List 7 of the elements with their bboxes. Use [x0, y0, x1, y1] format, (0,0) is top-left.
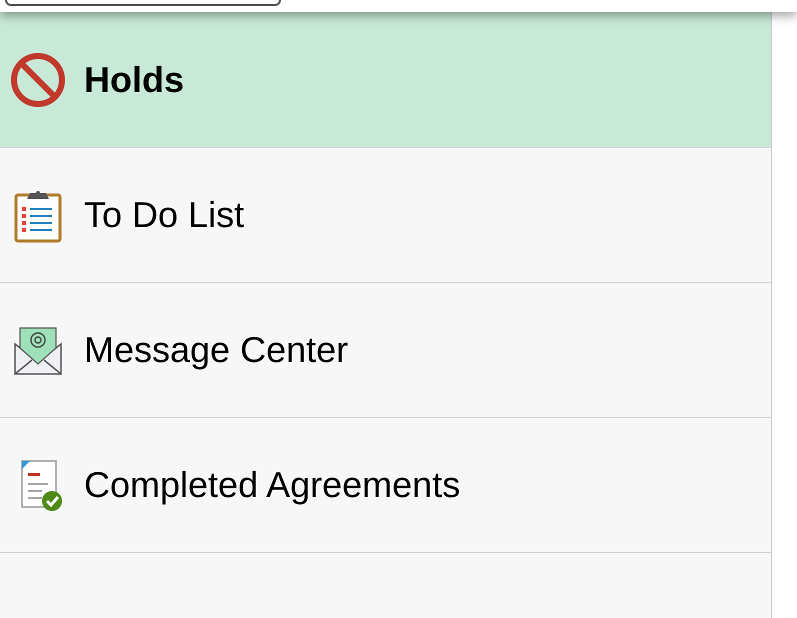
- input-field[interactable]: [5, 0, 281, 6]
- menu-label: Holds: [84, 58, 184, 100]
- prohibited-icon: [10, 52, 66, 108]
- menu-label: To Do List: [84, 194, 244, 236]
- menu-item[interactable]: Holds: [0, 12, 771, 148]
- menu-label: Message Center: [84, 329, 348, 371]
- menu-label: Completed Agreements: [84, 464, 460, 506]
